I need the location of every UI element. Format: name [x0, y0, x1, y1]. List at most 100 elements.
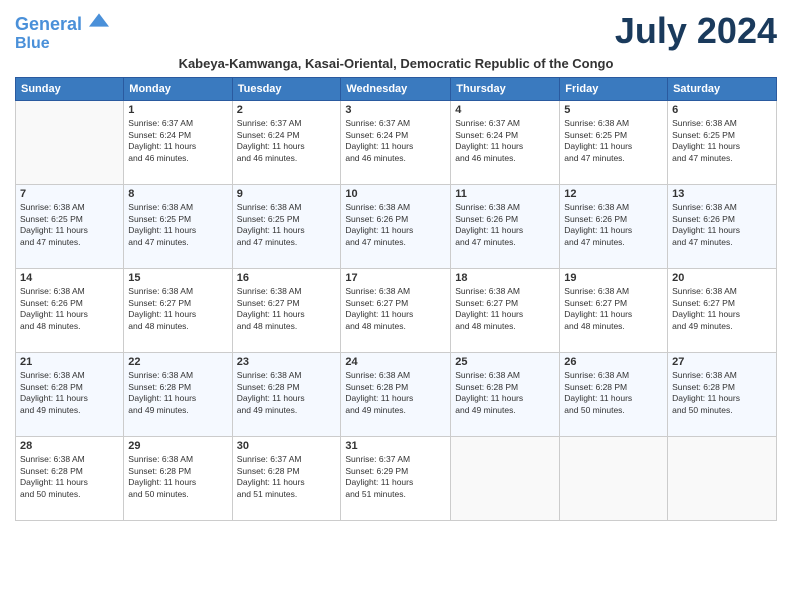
calendar-week-row: 1Sunrise: 6:37 AM Sunset: 6:24 PM Daylig…: [16, 101, 777, 185]
day-info: Sunrise: 6:38 AM Sunset: 6:26 PM Dayligh…: [345, 202, 446, 248]
logo-text: General Blue: [15, 10, 109, 52]
day-info: Sunrise: 6:37 AM Sunset: 6:28 PM Dayligh…: [237, 454, 337, 500]
table-row: 15 Sunrise: 6:38 AM Sunset: 6:27 PM Dayli…: [124, 269, 232, 353]
day-info: Sunrise: 6:38 AM Sunset: 6:28 PM Dayligh…: [345, 370, 446, 416]
month-title: July 2024: [615, 10, 777, 52]
table-row: 21 Sunrise: 6:38 AM Sunset: 6:28 PM Dayli…: [16, 353, 124, 437]
day-number: 8: [128, 188, 227, 200]
table-row: 10 Sunrise: 6:38 AM Sunset: 6:26 PM Dayli…: [341, 185, 451, 269]
day-info: Sunrise: 6:38 AM Sunset: 6:26 PM Dayligh…: [455, 202, 555, 248]
day-number: 16: [237, 272, 337, 284]
day-info: Sunrise: 6:38 AM Sunset: 6:28 PM Dayligh…: [128, 454, 227, 500]
day-info: Sunrise: 6:38 AM Sunset: 6:25 PM Dayligh…: [672, 118, 772, 164]
table-row: 19 Sunrise: 6:38 AM Sunset: 6:27 PM Dayli…: [560, 269, 668, 353]
day-info: Sunrise: 6:38 AM Sunset: 6:27 PM Dayligh…: [345, 286, 446, 332]
table-row: 30Sunrise: 6:37 AM Sunset: 6:28 PM Dayli…: [232, 437, 341, 521]
table-row: 20 Sunrise: 6:38 AM Sunset: 6:27 PM Dayli…: [668, 269, 777, 353]
day-info: Sunrise: 6:38 AM Sunset: 6:28 PM Dayligh…: [237, 370, 337, 416]
day-number: 23: [237, 356, 337, 368]
day-info: Sunrise: 6:38 AM Sunset: 6:26 PM Dayligh…: [672, 202, 772, 248]
day-number: 7: [20, 188, 119, 200]
day-info: Sunrise: 6:38 AM Sunset: 6:27 PM Dayligh…: [672, 286, 772, 332]
table-row: 13Sunrise: 6:38 AM Sunset: 6:26 PM Dayli…: [668, 185, 777, 269]
day-number: 24: [345, 356, 446, 368]
table-row: 6 Sunrise: 6:38 AM Sunset: 6:25 PM Daylig…: [668, 101, 777, 185]
header-friday: Friday: [560, 78, 668, 101]
table-row: 23 Sunrise: 6:38 AM Sunset: 6:28 PM Dayli…: [232, 353, 341, 437]
table-row: 2 Sunrise: 6:37 AM Sunset: 6:24 PM Daylig…: [232, 101, 341, 185]
day-info: Sunrise: 6:38 AM Sunset: 6:28 PM Dayligh…: [672, 370, 772, 416]
day-number: 29: [128, 440, 227, 452]
day-number: 4: [455, 104, 555, 116]
table-row: 27 Sunrise: 6:38 AM Sunset: 6:28 PM Dayli…: [668, 353, 777, 437]
calendar-week-row: 21 Sunrise: 6:38 AM Sunset: 6:28 PM Dayli…: [16, 353, 777, 437]
day-info: Sunrise: 6:38 AM Sunset: 6:25 PM Dayligh…: [128, 202, 227, 248]
day-info: Sunrise: 6:38 AM Sunset: 6:25 PM Dayligh…: [20, 202, 119, 248]
header-thursday: Thursday: [451, 78, 560, 101]
day-number: 6: [672, 104, 772, 116]
calendar-week-row: 28Sunrise: 6:38 AM Sunset: 6:28 PM Dayli…: [16, 437, 777, 521]
header-sunday: Sunday: [16, 78, 124, 101]
day-number: 11: [455, 188, 555, 200]
calendar-table: Sunday Monday Tuesday Wednesday Thursday…: [15, 77, 777, 521]
table-row: [451, 437, 560, 521]
day-info: Sunrise: 6:37 AM Sunset: 6:24 PM Dayligh…: [345, 118, 446, 164]
day-number: 31: [345, 440, 446, 452]
table-row: 29 Sunrise: 6:38 AM Sunset: 6:28 PM Dayli…: [124, 437, 232, 521]
table-row: [560, 437, 668, 521]
calendar-week-row: 7 Sunrise: 6:38 AM Sunset: 6:25 PM Daylig…: [16, 185, 777, 269]
header-wednesday: Wednesday: [341, 78, 451, 101]
table-row: [668, 437, 777, 521]
day-number: 15: [128, 272, 227, 284]
calendar-page: General Blue July 2024 Kabeya-Kamwanga, …: [0, 0, 792, 612]
day-info: Sunrise: 6:38 AM Sunset: 6:27 PM Dayligh…: [455, 286, 555, 332]
table-row: 5 Sunrise: 6:38 AM Sunset: 6:25 PM Daylig…: [560, 101, 668, 185]
day-info: Sunrise: 6:37 AM Sunset: 6:24 PM Dayligh…: [237, 118, 337, 164]
day-number: 5: [564, 104, 663, 116]
table-row: 22 Sunrise: 6:38 AM Sunset: 6:28 PM Dayli…: [124, 353, 232, 437]
table-row: 14Sunrise: 6:38 AM Sunset: 6:26 PM Dayli…: [16, 269, 124, 353]
table-row: 9Sunrise: 6:38 AM Sunset: 6:25 PM Daylig…: [232, 185, 341, 269]
table-row: 12Sunrise: 6:38 AM Sunset: 6:26 PM Dayli…: [560, 185, 668, 269]
table-row: 18 Sunrise: 6:38 AM Sunset: 6:27 PM Dayli…: [451, 269, 560, 353]
day-number: 2: [237, 104, 337, 116]
day-number: 10: [345, 188, 446, 200]
table-row: 24 Sunrise: 6:38 AM Sunset: 6:28 PM Dayli…: [341, 353, 451, 437]
table-row: 11 Sunrise: 6:38 AM Sunset: 6:26 PM Dayli…: [451, 185, 560, 269]
header: General Blue July 2024: [15, 10, 777, 52]
header-monday: Monday: [124, 78, 232, 101]
table-row: 31 Sunrise: 6:37 AM Sunset: 6:29 PM Dayli…: [341, 437, 451, 521]
table-row: 3Sunrise: 6:37 AM Sunset: 6:24 PM Daylig…: [341, 101, 451, 185]
day-number: 19: [564, 272, 663, 284]
day-number: 18: [455, 272, 555, 284]
day-info: Sunrise: 6:38 AM Sunset: 6:28 PM Dayligh…: [20, 370, 119, 416]
logo: General Blue: [15, 10, 109, 52]
day-info: Sunrise: 6:37 AM Sunset: 6:24 PM Dayligh…: [128, 118, 227, 164]
table-row: [16, 101, 124, 185]
day-info: Sunrise: 6:38 AM Sunset: 6:27 PM Dayligh…: [237, 286, 337, 332]
table-row: 16 Sunrise: 6:38 AM Sunset: 6:27 PM Dayli…: [232, 269, 341, 353]
day-number: 14: [20, 272, 119, 284]
calendar-header-row: Sunday Monday Tuesday Wednesday Thursday…: [16, 78, 777, 101]
day-info: Sunrise: 6:37 AM Sunset: 6:24 PM Dayligh…: [455, 118, 555, 164]
day-number: 25: [455, 356, 555, 368]
day-number: 21: [20, 356, 119, 368]
day-info: Sunrise: 6:38 AM Sunset: 6:28 PM Dayligh…: [20, 454, 119, 500]
header-saturday: Saturday: [668, 78, 777, 101]
day-info: Sunrise: 6:37 AM Sunset: 6:29 PM Dayligh…: [345, 454, 446, 500]
table-row: 17Sunrise: 6:38 AM Sunset: 6:27 PM Dayli…: [341, 269, 451, 353]
day-number: 20: [672, 272, 772, 284]
day-info: Sunrise: 6:38 AM Sunset: 6:28 PM Dayligh…: [455, 370, 555, 416]
day-info: Sunrise: 6:38 AM Sunset: 6:28 PM Dayligh…: [128, 370, 227, 416]
day-info: Sunrise: 6:38 AM Sunset: 6:27 PM Dayligh…: [564, 286, 663, 332]
day-number: 27: [672, 356, 772, 368]
table-row: 8 Sunrise: 6:38 AM Sunset: 6:25 PM Daylig…: [124, 185, 232, 269]
day-number: 22: [128, 356, 227, 368]
table-row: 7 Sunrise: 6:38 AM Sunset: 6:25 PM Daylig…: [16, 185, 124, 269]
day-number: 26: [564, 356, 663, 368]
day-info: Sunrise: 6:38 AM Sunset: 6:26 PM Dayligh…: [564, 202, 663, 248]
day-info: Sunrise: 6:38 AM Sunset: 6:25 PM Dayligh…: [564, 118, 663, 164]
day-info: Sunrise: 6:38 AM Sunset: 6:25 PM Dayligh…: [237, 202, 337, 248]
day-info: Sunrise: 6:38 AM Sunset: 6:27 PM Dayligh…: [128, 286, 227, 332]
day-info: Sunrise: 6:38 AM Sunset: 6:28 PM Dayligh…: [564, 370, 663, 416]
